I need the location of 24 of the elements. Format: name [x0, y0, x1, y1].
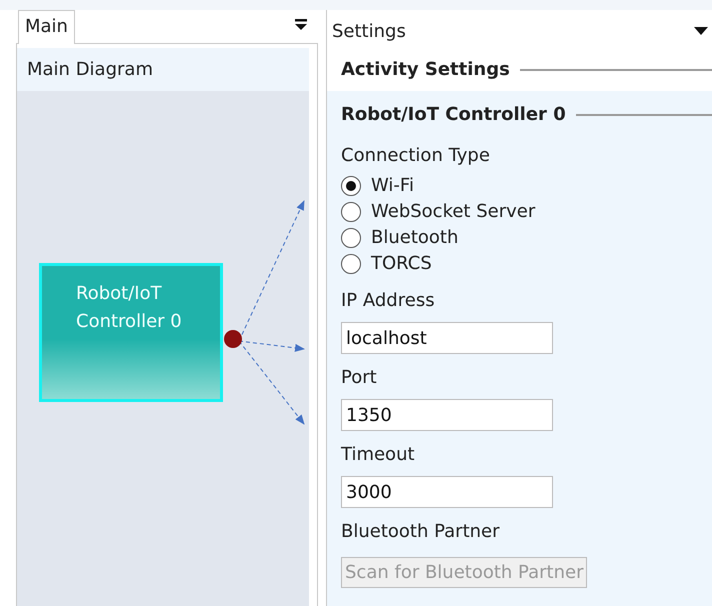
group-heading: Robot/IoT Controller 0 — [341, 103, 566, 127]
section-heading: Activity Settings — [341, 58, 510, 82]
input-field[interactable]: localhost — [341, 322, 553, 354]
field-label: IP Address — [341, 289, 436, 313]
input-field[interactable]: 3000 — [341, 476, 553, 508]
radio-label: Wi-Fi — [371, 174, 414, 198]
dropdown-icon[interactable] — [694, 27, 708, 35]
field-label: Bluetooth Partner — [341, 520, 501, 544]
field-label: Port — [341, 366, 378, 390]
panel-title: Settings — [332, 20, 406, 44]
diagram-header: Main Diagram — [17, 48, 309, 91]
radio-label: TORCS — [371, 252, 432, 276]
radio-label: Bluetooth — [371, 226, 458, 250]
menu-dropdown-icon[interactable] — [294, 19, 308, 31]
radio-button[interactable] — [341, 254, 361, 274]
radio-button[interactable] — [341, 176, 361, 196]
main-tab[interactable]: Main — [18, 10, 75, 44]
field-label: Connection Type — [341, 144, 491, 168]
radio-label: WebSocket Server — [371, 200, 536, 224]
radio-button[interactable] — [341, 202, 361, 222]
field-label: Timeout — [341, 443, 416, 467]
radio-button[interactable] — [341, 228, 361, 248]
output-port[interactable] — [224, 330, 242, 348]
input-field[interactable]: 1350 — [341, 399, 553, 431]
